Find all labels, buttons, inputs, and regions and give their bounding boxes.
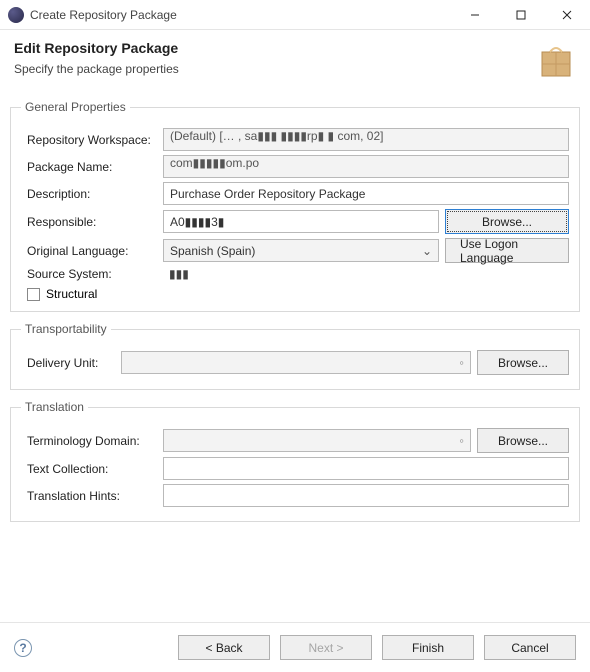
source-system-value: ▮▮▮: [163, 267, 189, 281]
text-collection-label: Text Collection:: [21, 462, 163, 476]
repo-workspace-label: Repository Workspace:: [21, 133, 163, 147]
delivery-unit-field[interactable]: ◦: [121, 351, 471, 374]
close-button[interactable]: [544, 0, 590, 30]
translation-hints-label: Translation Hints:: [21, 489, 163, 503]
responsible-label: Responsible:: [21, 215, 163, 229]
structural-checkbox[interactable]: Structural: [21, 287, 569, 301]
checkbox-box-icon: [27, 288, 40, 301]
structural-label: Structural: [46, 287, 97, 301]
app-icon: [8, 7, 24, 23]
orig-lang-label: Original Language:: [21, 244, 163, 258]
description-input[interactable]: [163, 182, 569, 205]
delivery-unit-browse-button[interactable]: Browse...: [477, 350, 569, 375]
translation-group: Translation Terminology Domain: ◦ Browse…: [10, 400, 580, 522]
dialog-header: Edit Repository Package Specify the pack…: [0, 30, 590, 92]
use-logon-language-button[interactable]: Use Logon Language: [445, 238, 569, 263]
chevron-down-icon: ⌄: [422, 244, 432, 258]
term-domain-field[interactable]: ◦: [163, 429, 471, 452]
maximize-button[interactable]: [498, 0, 544, 30]
window-title: Create Repository Package: [30, 8, 452, 22]
page-subtitle: Specify the package properties: [14, 62, 536, 76]
text-collection-input[interactable]: [163, 457, 569, 480]
package-name-field: com▮▮▮▮▮om.po: [163, 155, 569, 178]
wizard-footer: ? < Back Next > Finish Cancel: [0, 622, 590, 672]
general-properties-group: General Properties Repository Workspace:…: [10, 100, 580, 312]
minimize-button[interactable]: [452, 0, 498, 30]
term-domain-label: Terminology Domain:: [21, 434, 163, 448]
next-button: Next >: [280, 635, 372, 660]
responsible-browse-button[interactable]: Browse...: [445, 209, 569, 234]
help-button[interactable]: ?: [14, 639, 32, 657]
transportability-group: Transportability Delivery Unit: ◦ Browse…: [10, 322, 580, 390]
clear-icon[interactable]: ◦: [459, 433, 464, 448]
responsible-input[interactable]: [163, 210, 439, 233]
package-icon: [536, 40, 576, 80]
source-system-label: Source System:: [21, 267, 163, 281]
clear-icon[interactable]: ◦: [459, 355, 464, 370]
transport-legend: Transportability: [21, 322, 111, 336]
orig-lang-value: Spanish (Spain): [170, 244, 255, 258]
term-domain-browse-button[interactable]: Browse...: [477, 428, 569, 453]
titlebar: Create Repository Package: [0, 0, 590, 30]
description-label: Description:: [21, 187, 163, 201]
delivery-unit-label: Delivery Unit:: [21, 356, 121, 370]
cancel-button[interactable]: Cancel: [484, 635, 576, 660]
finish-button[interactable]: Finish: [382, 635, 474, 660]
translation-legend: Translation: [21, 400, 88, 414]
page-title: Edit Repository Package: [14, 40, 536, 56]
general-legend: General Properties: [21, 100, 130, 114]
orig-lang-select[interactable]: Spanish (Spain) ⌄: [163, 239, 439, 262]
translation-hints-input[interactable]: [163, 484, 569, 507]
back-button[interactable]: < Back: [178, 635, 270, 660]
repo-workspace-field: (Default) [… , sa▮▮▮ ▮▮▮▮rp▮ ▮ com, 02]: [163, 128, 569, 151]
package-name-label: Package Name:: [21, 160, 163, 174]
